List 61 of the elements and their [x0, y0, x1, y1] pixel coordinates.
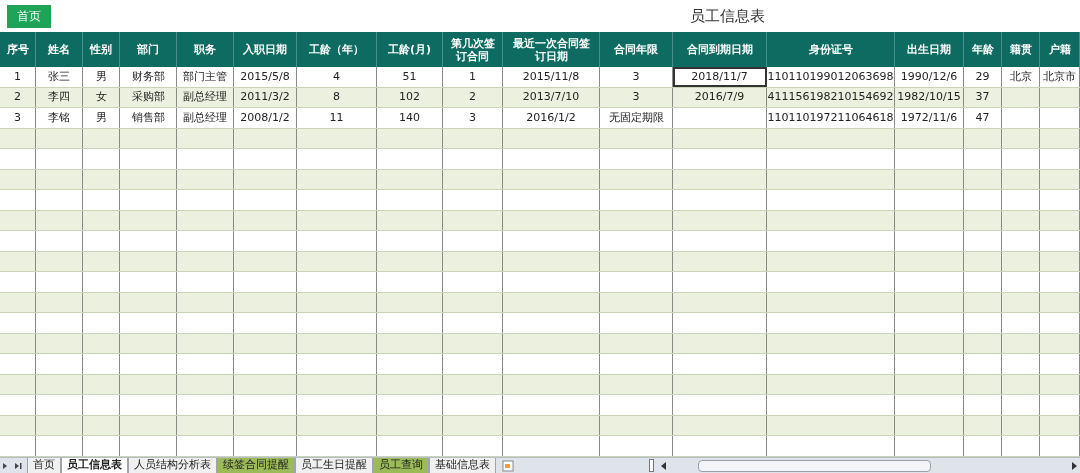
table-cell[interactable]: 110110197211064618 — [767, 108, 895, 128]
table-cell[interactable]: 2 — [0, 87, 36, 107]
scroll-left-icon[interactable] — [660, 460, 668, 471]
table-cell[interactable]: 3 — [600, 87, 673, 107]
sheet-tab[interactable]: 基础信息表 — [429, 458, 496, 473]
table-cell[interactable]: 采购部 — [120, 87, 177, 107]
table-cell[interactable]: 2016/7/9 — [673, 87, 767, 107]
table-cell[interactable]: 女 — [83, 87, 120, 107]
new-sheet-icon[interactable] — [500, 459, 516, 473]
table-cell[interactable]: 男 — [83, 67, 120, 87]
table-cell[interactable]: 2016/1/2 — [503, 108, 600, 128]
table-cell[interactable]: 2008/1/2 — [234, 108, 297, 128]
table-cell[interactable]: 8 — [297, 87, 377, 107]
sheet-tab[interactable]: 人员结构分析表 — [128, 458, 217, 473]
table-cell[interactable]: 2015/11/8 — [503, 67, 600, 87]
table-cell[interactable]: 副总经理 — [177, 87, 234, 107]
sheet-tab[interactable]: 续签合同提醒 — [217, 458, 295, 473]
table-cell[interactable]: 110110199012063698 — [767, 67, 895, 87]
table-cell[interactable]: 3 — [0, 108, 36, 128]
table-cell[interactable]: 财务部 — [120, 67, 177, 87]
table-cell[interactable]: 47 — [964, 108, 1002, 128]
table-cell[interactable]: 3 — [443, 108, 503, 128]
table-cell[interactable]: 2013/7/10 — [503, 87, 600, 107]
sheet-tab[interactable]: 员工信息表 — [61, 458, 128, 473]
table-cell[interactable]: 1982/10/15 — [895, 87, 964, 107]
table-cell[interactable]: 张三 — [36, 67, 83, 87]
table-cell[interactable]: 411156198210154692 — [767, 87, 895, 107]
sheet-tab[interactable]: 员工生日提醒 — [295, 458, 373, 473]
table-cell[interactable]: 副总经理 — [177, 108, 234, 128]
table-cell[interactable]: 2 — [443, 87, 503, 107]
sheet-tab[interactable]: 首页 — [27, 458, 61, 473]
table-cell[interactable]: 北京 — [1002, 67, 1040, 87]
table-cell[interactable]: 2015/5/8 — [234, 67, 297, 87]
sheet-title: 员工信息表 — [690, 6, 765, 27]
table-cell[interactable]: 37 — [964, 87, 1002, 107]
table-cell[interactable]: 29 — [964, 67, 1002, 87]
table-cell[interactable]: 部门主管 — [177, 67, 234, 87]
table-cell[interactable]: 1 — [443, 67, 503, 87]
table-cell[interactable]: 3 — [600, 67, 673, 87]
scrollbar-thumb[interactable] — [698, 459, 931, 472]
table-cell[interactable]: 李四 — [36, 87, 83, 107]
table-cell[interactable]: 102 — [377, 87, 443, 107]
table-cell[interactable]: 4 — [297, 67, 377, 87]
tab-scroll-last-icon[interactable] — [13, 461, 23, 470]
table-cell[interactable]: 1972/11/6 — [895, 108, 964, 128]
split-handle[interactable] — [649, 459, 654, 472]
table-cell[interactable]: 李铭 — [36, 108, 83, 128]
column-header: 合同到期日期 — [673, 32, 767, 67]
table-cell[interactable]: 1990/12/6 — [895, 67, 964, 87]
table-cell[interactable]: 1 — [0, 67, 36, 87]
table-cell[interactable]: 51 — [377, 67, 443, 87]
scroll-right-icon[interactable] — [1070, 460, 1078, 471]
table-cell[interactable]: 无固定期限 — [600, 108, 673, 128]
table-cell[interactable]: 2011/3/2 — [234, 87, 297, 107]
table-cell[interactable]: 销售部 — [120, 108, 177, 128]
table-cell[interactable]: 140 — [377, 108, 443, 128]
table-cell[interactable]: 男 — [83, 108, 120, 128]
table-cell[interactable]: 2018/11/7 — [673, 67, 767, 87]
table-cell[interactable]: 11 — [297, 108, 377, 128]
sheet-tab[interactable]: 员工查询 — [373, 458, 429, 473]
table-cell[interactable]: 北京市 — [1040, 67, 1080, 87]
